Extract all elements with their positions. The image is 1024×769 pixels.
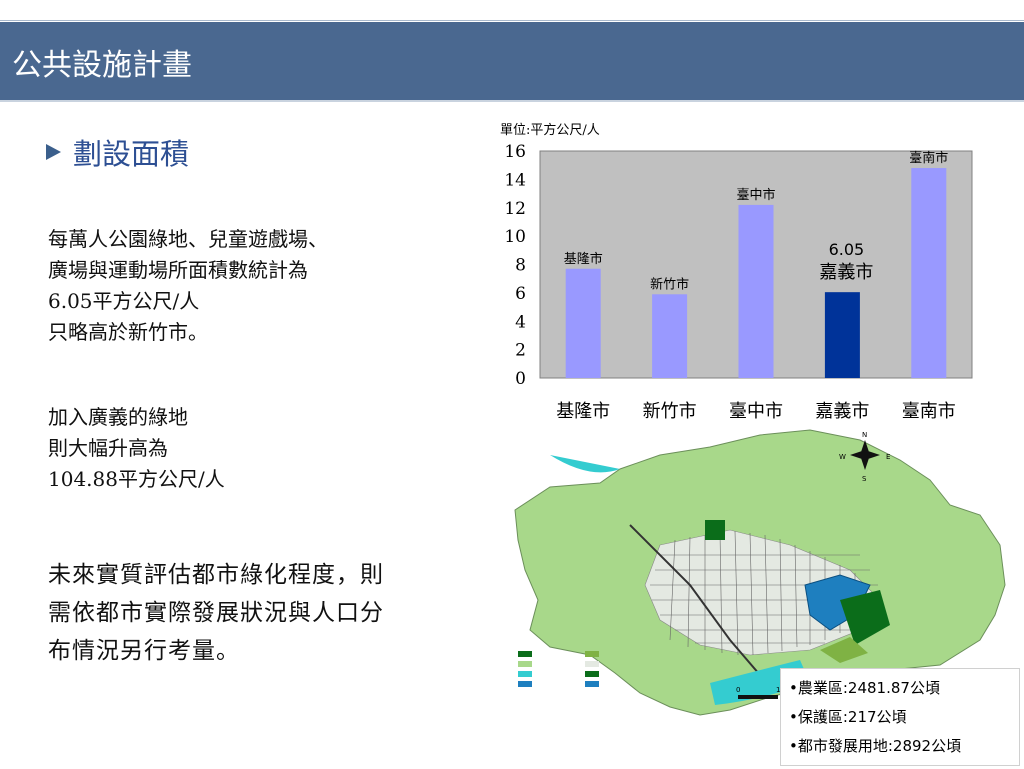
y-tick-label: 12: [504, 199, 526, 219]
y-tick-label: 0: [515, 369, 526, 389]
x-tick-label: 基隆市: [556, 401, 610, 422]
map-forest-2: [705, 520, 725, 540]
chart-unit-label: 單位:平方公尺/人: [500, 122, 600, 138]
data-label-value: 6.05: [829, 240, 865, 259]
x-tick-label: 臺南市: [902, 401, 956, 422]
paragraph-line: 加入廣義的綠地: [48, 405, 188, 429]
stat-urban-development: •都市發展用地:2892公頃: [789, 735, 961, 756]
scale-label-0: 0: [736, 686, 740, 694]
paragraph-future-assessment: 未來實質評估都市綠化程度，則 需依都市實際發展狀況與人口分 布情況另行考量。: [48, 556, 384, 670]
chart-bar: [824, 292, 860, 378]
paragraph-line: 廣場與運動場所面積數統計為: [48, 258, 308, 282]
stat-unit: 公頃: [931, 737, 962, 755]
stat-label: •保護區:: [789, 708, 848, 726]
data-label: 臺中市: [736, 187, 775, 203]
chart-bar: [652, 294, 688, 378]
paragraph-line: 只略高於新竹市。: [48, 320, 208, 344]
slide-title: 公共設施計畫: [12, 48, 192, 83]
y-tick-label: 4: [515, 312, 526, 332]
triangle-bullet-icon: [46, 144, 61, 160]
x-tick-label: 嘉義市: [815, 401, 869, 422]
data-label-name: 嘉義市: [819, 262, 873, 283]
data-label: 基隆市: [564, 251, 603, 267]
stat-protection: •保護區:217公頃: [789, 706, 907, 727]
paragraph-broad-greenland: 加入廣義的綠地 則大幅升高為 104.88平方公尺/人: [48, 402, 225, 495]
compass-n-label: N: [862, 431, 867, 439]
paragraph-line: 每萬人公園綠地、兒童遊戲場、: [48, 227, 328, 251]
stat-label: •農業區:: [789, 679, 848, 697]
park-area-bar-chart: 單位:平方公尺/人0246810121416基隆市基隆市新竹市新竹市臺中市臺中市…: [500, 122, 973, 422]
stat-unit: 公頃: [909, 679, 940, 697]
land-use-stats-box: •農業區:2481.87公頃 •保護區:217公頃 •都市發展用地:2892公頃: [780, 668, 1020, 766]
top-divider-line: [0, 20, 1024, 21]
section-heading: 劃設面積: [46, 130, 189, 174]
paragraph-line: 104.88平方公尺/人: [48, 467, 225, 491]
stat-value: 2892: [892, 737, 932, 755]
paragraph-line: 未來實質評估都市綠化程度，則: [48, 562, 384, 588]
x-tick-label: 新竹市: [643, 401, 697, 422]
stat-unit: 公頃: [876, 708, 907, 726]
chart-bar: [738, 204, 774, 378]
section-title: 劃設面積: [73, 137, 190, 171]
chart-bar: [911, 168, 947, 378]
y-tick-label: 6: [515, 284, 526, 304]
stat-agriculture: •農業區:2481.87公頃: [789, 677, 940, 698]
paragraph-line: 需依都市實際發展狀況與人口分: [48, 600, 384, 626]
y-tick-label: 16: [504, 142, 526, 162]
compass-e-label: E: [886, 453, 890, 461]
chart-bar: [565, 268, 601, 378]
data-label: 臺南市: [909, 150, 948, 166]
paragraph-line: 則大幅升高為: [48, 436, 168, 460]
y-tick-label: 14: [504, 170, 526, 190]
data-label: 新竹市: [650, 276, 689, 292]
paragraph-line: 6.05平方公尺/人: [48, 289, 200, 313]
compass-s-label: S: [862, 475, 867, 483]
stat-value: 217: [847, 708, 877, 726]
compass-w-label: W: [839, 453, 846, 461]
stat-value: 2481.87: [847, 679, 910, 697]
map-legend: [518, 651, 599, 687]
y-tick-label: 8: [515, 256, 526, 276]
x-tick-label: 臺中市: [729, 401, 783, 422]
paragraph-line: 布情況另行考量。: [48, 638, 240, 664]
header-bar: 公共設施計畫: [0, 22, 1024, 102]
paragraph-park-area: 每萬人公園綠地、兒童遊戲場、 廣場與運動場所面積數統計為 6.05平方公尺/人 …: [48, 224, 328, 348]
y-tick-label: 10: [504, 227, 526, 247]
stat-label: •都市發展用地:: [789, 737, 893, 755]
y-tick-label: 2: [515, 341, 526, 361]
